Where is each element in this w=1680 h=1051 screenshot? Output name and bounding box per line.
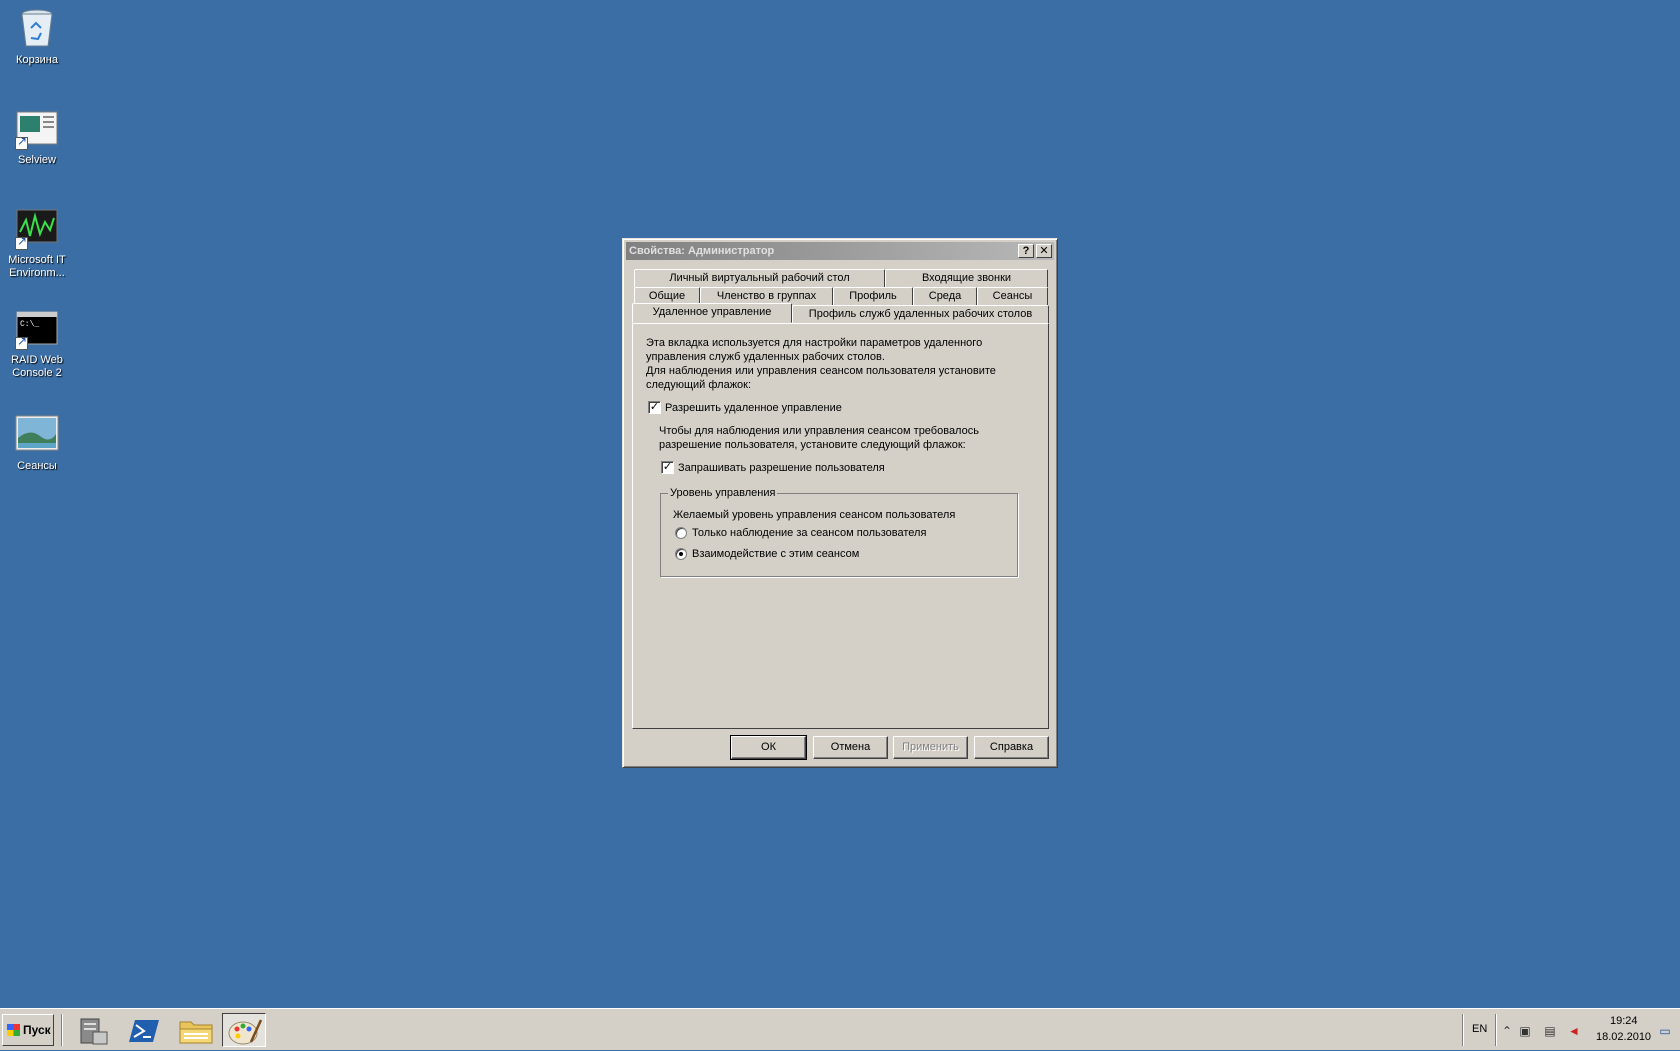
tab-environment[interactable]: Среда [913,287,977,305]
selview-icon [15,106,59,150]
tray-separator [1462,1014,1464,1046]
tab-remote-desktop-services-profile[interactable]: Профиль служб удаленных рабочих столов [792,305,1049,323]
powershell-icon[interactable] [122,1013,166,1047]
cancel-button[interactable]: Отмена [813,736,888,759]
recycle-bin-icon [15,6,59,50]
desktop-icon-label: Selview [18,154,56,166]
show-desktop-icon[interactable]: ▭ [1658,1024,1672,1038]
apply-button[interactable]: Применить [893,736,968,759]
monitor-graph-icon [15,206,59,250]
ok-button[interactable]: ОК [730,735,807,760]
interact-session-label[interactable]: Взаимодействие с этим сеансом [692,547,859,561]
desktop-icon-selview[interactable]: Selview [0,106,74,167]
tab-sessions[interactable]: Сеансы [977,287,1048,305]
description-line: Для наблюдения или управления сеансом по… [646,365,996,377]
taskbar-separator [61,1014,63,1046]
shortcut-arrow-icon [15,135,28,150]
svg-text:C:\_: C:\_ [20,320,39,329]
clock-date[interactable]: 18.02.2010 [1596,1031,1651,1044]
server-manager-icon[interactable] [70,1013,114,1047]
shortcut-arrow-icon [15,235,28,250]
description-line: следующий флажок: [646,379,752,391]
tab-incoming-calls[interactable]: Входящие звонки [885,269,1048,287]
require-permission-checkbox[interactable]: ✓ [661,461,674,474]
view-only-label[interactable]: Только наблюдение за сеансом пользовател… [692,526,926,540]
description-line: Эта вкладка используется для настройки п… [646,337,983,349]
desktop-icon-label: Сеансы [17,460,57,472]
desktop-icon-raid-web-console[interactable]: C:\_ RAID Web Console 2 [0,306,74,380]
description-line: управления служб удаленных рабочих столо… [646,351,885,363]
remote-control-panel: Эта вкладка используется для настройки п… [632,323,1049,729]
control-level-prompt: Желаемый уровень управления сеансом поль… [673,509,956,521]
network-connection-icon[interactable]: ▤ [1543,1024,1557,1038]
help-dialog-button[interactable]: Справка [974,736,1049,759]
paint-icon[interactable] [222,1013,266,1047]
show-hidden-icons-chevron-icon[interactable]: ⌃ [1500,1024,1514,1038]
enable-remote-control-checkbox[interactable]: ✓ [648,401,661,414]
explorer-folder-icon[interactable] [173,1013,217,1047]
console-icon: C:\_ [15,306,59,350]
control-level-legend: Уровень управления [668,486,778,500]
desktop-icon-label: Корзина [16,54,58,66]
dialog-title: Свойства: Администратор [629,245,775,257]
enable-remote-control-label[interactable]: Разрешить удаленное управление [665,401,842,415]
help-button[interactable]: ? [1018,244,1034,258]
volume-muted-icon[interactable]: ◄ [1567,1024,1581,1038]
landscape-icon [15,412,59,456]
tray-separator [1495,1014,1497,1046]
dialog-titlebar[interactable]: Свойства: Администратор ? ✕ [626,242,1054,260]
control-level-group: Уровень управления Желаемый уровень упра… [660,486,1018,577]
clock-time[interactable]: 19:24 [1610,1015,1638,1028]
taskbar: Пуск EN ⌃ ▣ ▤ ◄ 19:24 18.02.2010 ▭ [0,1008,1680,1050]
require-permission-label[interactable]: Запрашивать разрешение пользователя [678,461,885,475]
tab-profile[interactable]: Профиль [833,287,913,305]
tab-remote-control[interactable]: Удаленное управление [632,303,792,323]
desktop-icon-label: RAID Web Console 2 [11,354,63,379]
start-button[interactable]: Пуск [2,1014,54,1046]
view-only-radio[interactable] [675,527,687,539]
properties-dialog: Свойства: Администратор ? ✕ Личный вирту… [622,238,1058,768]
desktop-icon-label: Microsoft IT Environm... [8,254,66,279]
network-adapter-icon[interactable]: ▣ [1518,1024,1532,1038]
shortcut-arrow-icon [15,335,28,350]
desktop-icon-microsoft-it-environment[interactable]: Microsoft IT Environm... [0,206,74,280]
close-button[interactable]: ✕ [1036,244,1052,258]
tab-personal-virtual-desktop[interactable]: Личный виртуальный рабочий стол [634,269,885,287]
permission-hint-line: Чтобы для наблюдения или управления сеан… [659,425,979,437]
desktop-icon-sessions[interactable]: Сеансы [0,412,74,473]
start-label: Пуск [23,1023,51,1037]
permission-hint-line: разрешение пользователя, установите след… [659,439,966,451]
interact-session-radio[interactable] [675,548,687,560]
windows-flag-icon [7,1024,20,1036]
language-indicator[interactable]: EN [1472,1023,1487,1036]
desktop-icon-recycle-bin[interactable]: Корзина [0,6,74,67]
